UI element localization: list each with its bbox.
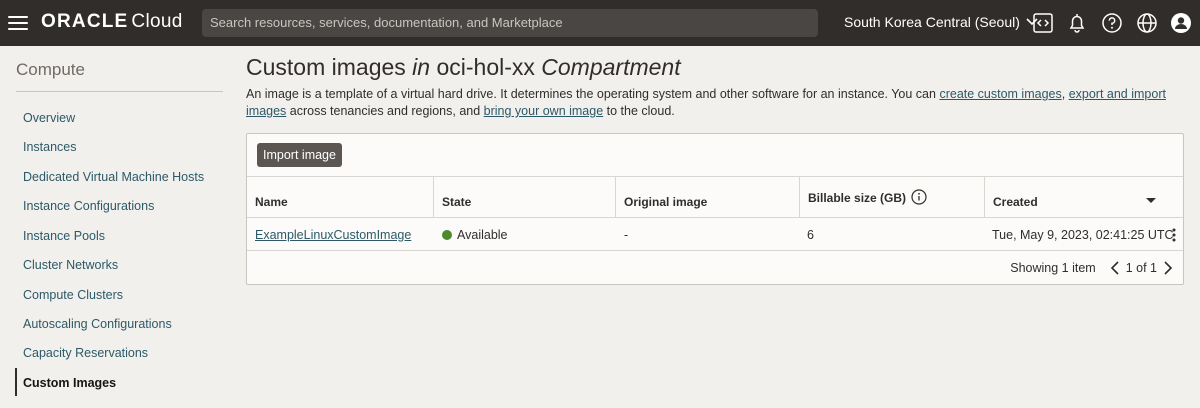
sidebar-item-custom-images[interactable]: Custom Images	[23, 376, 116, 390]
column-header-state[interactable]: State	[433, 177, 615, 217]
desc-text-3: across tenancies and regions, and	[286, 104, 484, 118]
status-available-icon	[442, 230, 452, 240]
hamburger-menu-icon[interactable]	[8, 13, 28, 33]
page-title: Custom images in oci-hol-xx Compartment	[246, 54, 681, 81]
images-table-panel: Import image Name State Original image B…	[246, 133, 1184, 285]
table-row: ExampleLinuxCustomImage Available - 6 Tu…	[247, 218, 1183, 251]
cell-created: Tue, May 9, 2023, 02:41:25 UTC	[992, 228, 1174, 242]
oracle-cloud-logo[interactable]: ORACLE Cloud	[41, 11, 183, 33]
create-custom-images-link[interactable]: create custom images	[939, 87, 1061, 101]
sidebar-item-dedicated-vm-hosts[interactable]: Dedicated Virtual Machine Hosts	[23, 170, 204, 184]
page-description: An image is a template of a virtual hard…	[246, 86, 1190, 120]
sidebar-item-instance-configurations[interactable]: Instance Configurations	[23, 199, 154, 213]
bring-your-own-image-link[interactable]: bring your own image	[484, 104, 604, 118]
sidebar-item-cluster-networks[interactable]: Cluster Networks	[23, 258, 118, 272]
sidebar-item-instances[interactable]: Instances	[23, 140, 77, 154]
user-icon[interactable]	[1170, 12, 1192, 34]
region-selector[interactable]: South Korea Central (Seoul)	[844, 14, 1038, 30]
region-label: South Korea Central (Seoul)	[844, 14, 1020, 30]
desc-text-4: to the cloud.	[603, 104, 675, 118]
state-text: Available	[457, 228, 508, 242]
sidebar: Compute Overview Instances Dedicated Vir…	[0, 46, 232, 408]
created-label: Created	[993, 195, 1038, 209]
import-image-button[interactable]: Import image	[257, 143, 342, 167]
globe-icon[interactable]	[1136, 12, 1158, 34]
chevron-right-icon[interactable]	[1163, 261, 1173, 275]
sidebar-title: Compute	[16, 60, 85, 79]
title-compartment-name: oci-hol-xx	[436, 54, 535, 80]
billable-size-label: Billable size (GB)	[808, 191, 907, 205]
global-search-input[interactable]: Search resources, services, documentatio…	[202, 9, 818, 37]
column-header-created[interactable]: Created	[984, 177, 1183, 217]
desc-text-2: ,	[1061, 87, 1069, 101]
sidebar-item-overview[interactable]: Overview	[23, 111, 75, 125]
title-compartment-label: Compartment	[541, 54, 681, 80]
cell-billable-size: 6	[807, 228, 814, 242]
sidebar-item-instance-pools[interactable]: Instance Pools	[23, 229, 105, 243]
pager-page-text: 1 of 1	[1125, 261, 1157, 275]
code-editor-icon[interactable]	[1032, 12, 1054, 34]
image-name-link[interactable]: ExampleLinuxCustomImage	[255, 228, 411, 242]
sidebar-divider	[16, 91, 223, 92]
sidebar-item-capacity-reservations[interactable]: Capacity Reservations	[23, 346, 148, 360]
title-text: Custom images	[246, 54, 406, 80]
cell-name[interactable]: ExampleLinuxCustomImage	[255, 228, 411, 242]
table-header: Name State Original image Billable size …	[247, 176, 1183, 218]
column-header-billable-size[interactable]: Billable size (GB)	[799, 177, 984, 217]
sort-descending-icon[interactable]	[1146, 198, 1156, 204]
column-header-original-image[interactable]: Original image	[615, 177, 799, 217]
cell-original-image: -	[624, 228, 629, 242]
chevron-left-icon[interactable]	[1110, 261, 1120, 275]
title-in: in	[412, 54, 431, 80]
bell-icon[interactable]	[1066, 12, 1088, 34]
pager-showing-text: Showing 1 item	[1010, 261, 1096, 275]
help-icon[interactable]	[1101, 12, 1123, 34]
sidebar-item-autoscaling-configurations[interactable]: Autoscaling Configurations	[23, 317, 172, 331]
row-actions-kebab-icon[interactable]	[1171, 227, 1177, 243]
active-item-indicator	[15, 368, 17, 396]
desc-text-1: An image is a template of a virtual hard…	[246, 87, 940, 101]
info-icon[interactable]	[911, 189, 927, 205]
pagination: Showing 1 item 1 of 1	[1010, 261, 1173, 275]
brand-oracle: ORACLE	[41, 11, 129, 32]
top-navigation-bar: ORACLE Cloud Search resources, services, …	[0, 0, 1200, 46]
cell-state: Available	[442, 228, 508, 242]
brand-cloud: Cloud	[131, 11, 183, 32]
column-header-name[interactable]: Name	[247, 177, 433, 217]
sidebar-item-compute-clusters[interactable]: Compute Clusters	[23, 288, 123, 302]
search-placeholder: Search resources, services, documentatio…	[210, 15, 563, 30]
